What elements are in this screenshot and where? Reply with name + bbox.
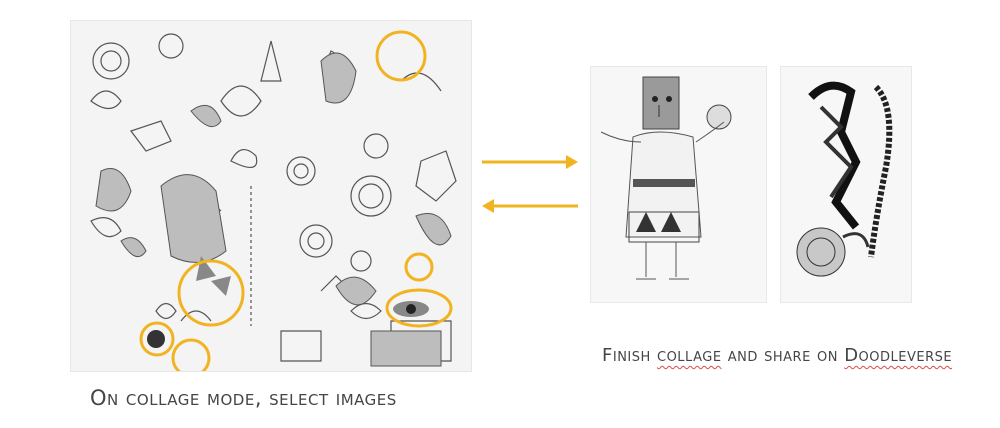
finished-collage-figure [590, 66, 767, 303]
caption-text: and share on [721, 345, 845, 366]
left-caption: On collage mode, select images [90, 386, 397, 410]
figure-sketch [600, 76, 732, 280]
arrow-right-icon [482, 155, 578, 169]
caption-collage-word: collage [657, 345, 722, 366]
abstract-sketch [796, 81, 893, 277]
doodle-collage-board [70, 20, 472, 372]
arrow-left-icon [482, 199, 578, 213]
finished-collage-abstract [780, 66, 912, 303]
caption-doodleverse-word: Doodleverse [844, 345, 953, 366]
caption-text: Finish [602, 345, 657, 366]
right-caption: Finish collage and share on Doodleverse [602, 345, 952, 366]
doodle-sketches [90, 30, 457, 371]
